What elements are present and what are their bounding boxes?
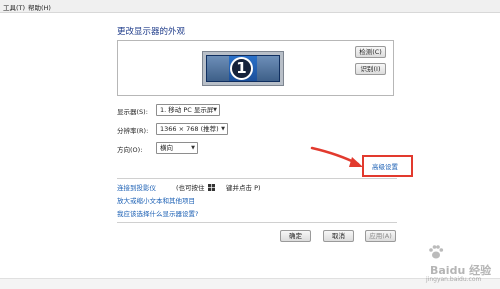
- cancel-button[interactable]: 取消: [323, 230, 354, 242]
- resolution-select-value: 1366 × 768 (推荐): [160, 125, 219, 133]
- ok-button[interactable]: 确定: [280, 230, 311, 242]
- display-label: 显示器(S):: [117, 108, 148, 116]
- orientation-select-value: 横向: [160, 144, 173, 152]
- red-arrow-icon: [310, 146, 363, 167]
- detect-button[interactable]: 检测(C): [355, 46, 386, 58]
- resolution-label: 分辨率(R):: [117, 127, 149, 135]
- windows-key-icon: [207, 184, 215, 191]
- divider: [117, 178, 397, 179]
- display-preview: 1: [117, 40, 394, 96]
- menu-help[interactable]: 帮助(H): [28, 2, 51, 12]
- menu-tools[interactable]: 工具(T): [3, 2, 25, 12]
- display-select-value: 1. 移动 PC 显示屏: [160, 106, 214, 114]
- text-size-link[interactable]: 放大或缩小文本和其他项目: [117, 195, 195, 205]
- monitor-icon[interactable]: 1: [202, 51, 284, 86]
- baidu-watermark: Baidu 经验 jingyan.baidu.com: [420, 240, 498, 286]
- display-help-link[interactable]: 我应该选择什么显示器设置?: [117, 208, 198, 218]
- watermark-site: jingyan.baidu.com: [426, 276, 482, 283]
- monitor-screen: 1: [206, 55, 280, 82]
- monitor-screen-left: [207, 56, 229, 81]
- projector-hint-suffix: 键并点击 P): [226, 184, 261, 192]
- chevron-down-icon: ▼: [213, 107, 217, 113]
- menu-bar: 工具(T) 帮助(H): [0, 0, 500, 13]
- resolution-select[interactable]: 1366 × 768 (推荐) ▼: [156, 123, 228, 135]
- baidu-paw-icon: [429, 245, 444, 259]
- advanced-settings-link[interactable]: 高级设置: [372, 161, 398, 171]
- apply-button[interactable]: 应用(A): [365, 230, 396, 242]
- orientation-label: 方向(O):: [117, 146, 143, 154]
- divider: [117, 222, 397, 223]
- chevron-down-icon: ▼: [191, 145, 195, 151]
- orientation-select[interactable]: 横向 ▼: [156, 142, 198, 154]
- connect-projector-link[interactable]: 连接到投影仪: [117, 182, 156, 192]
- page-title: 更改显示器的外观: [117, 27, 186, 37]
- projector-hint: (也可按住: [176, 182, 216, 192]
- monitor-screen-right: [257, 56, 279, 81]
- projector-hint-prefix: (也可按住: [176, 184, 205, 192]
- chevron-down-icon: ▼: [221, 126, 225, 132]
- identify-button[interactable]: 识别(I): [355, 63, 386, 75]
- monitor-number-badge: 1: [230, 57, 253, 80]
- display-select[interactable]: 1. 移动 PC 显示屏 ▼: [156, 104, 220, 116]
